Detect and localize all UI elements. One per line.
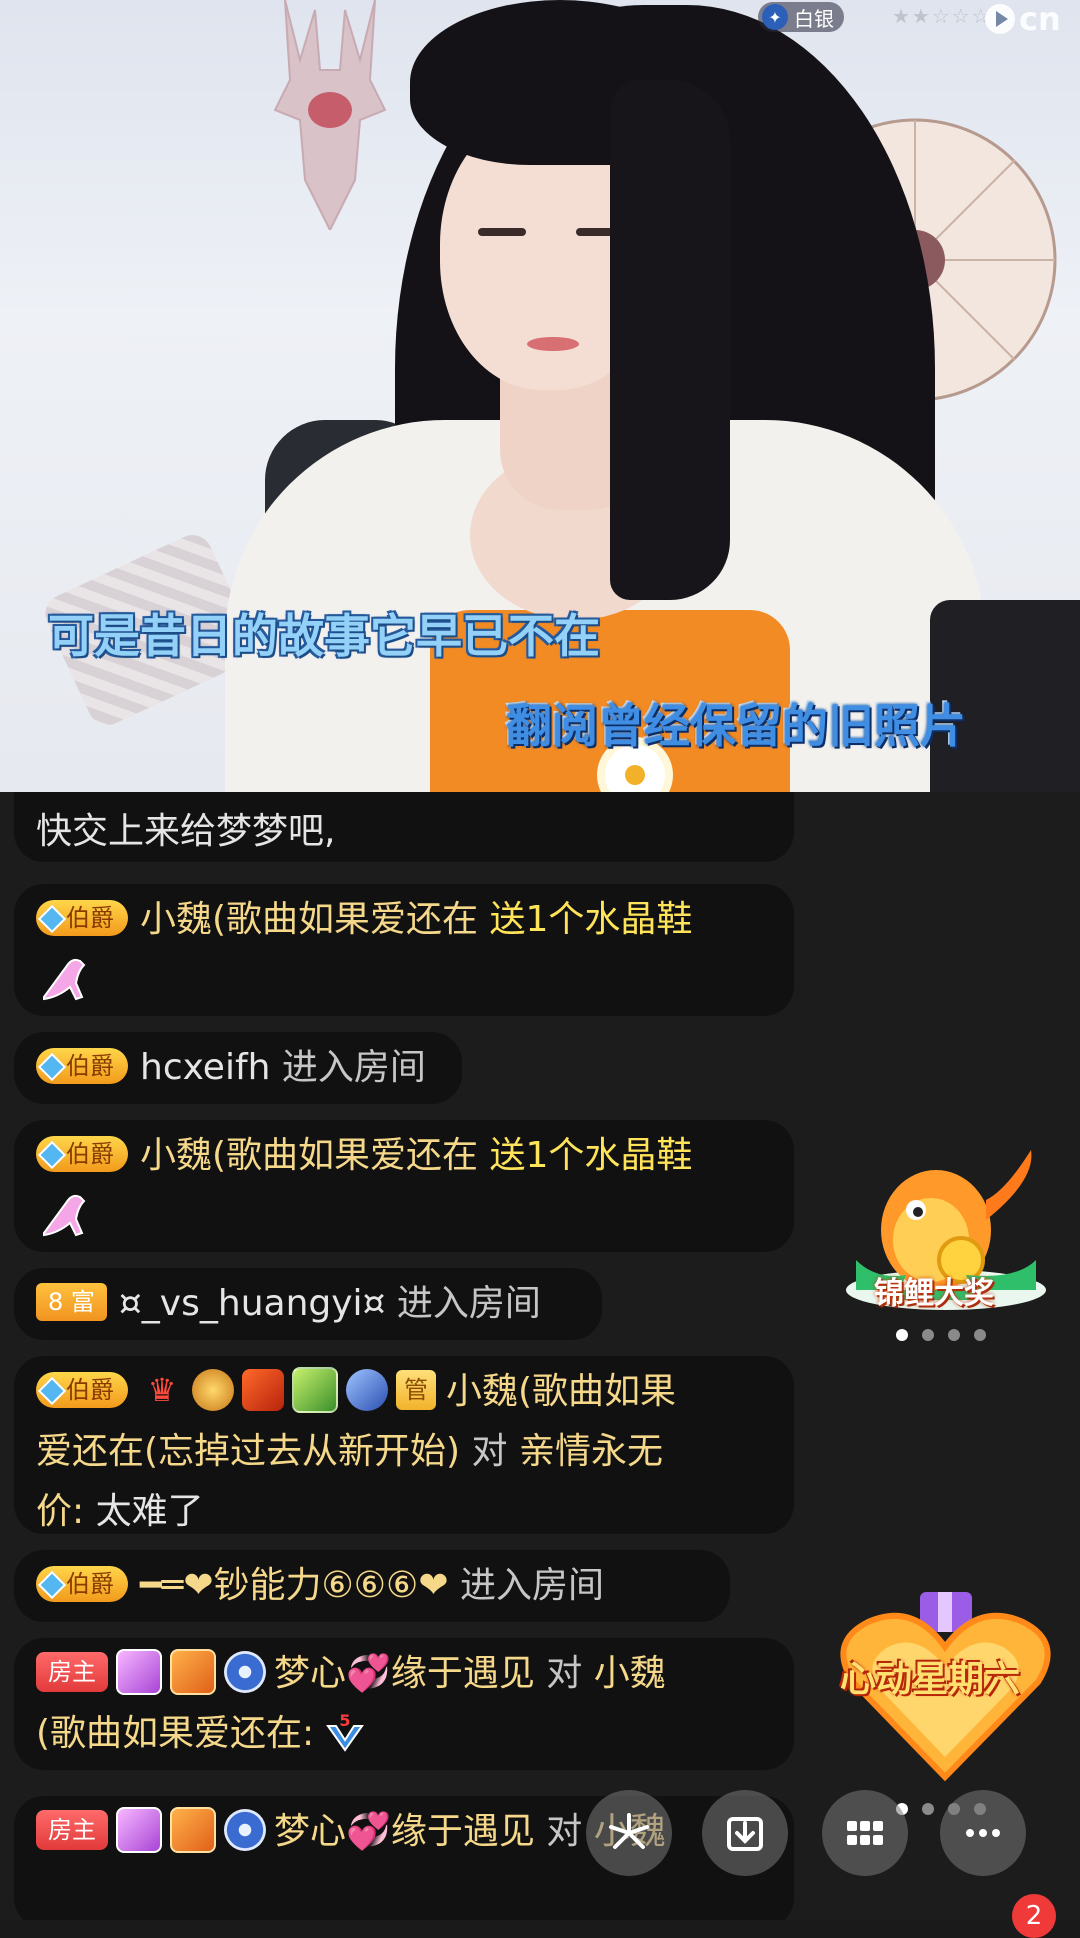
enter-room-text: 进入房间	[459, 1565, 604, 1606]
deer-head-decoration	[273, 0, 387, 230]
treasure-box-icon	[242, 1369, 284, 1411]
rank-badge[interactable]: ✦ 白银	[758, 2, 844, 32]
left-eye	[478, 228, 526, 236]
site-watermark: cn	[985, 0, 1061, 38]
carousel-dot	[948, 1329, 960, 1341]
level-chevron-icon: 5	[325, 1712, 364, 1752]
gift-text: 送1个水晶鞋	[489, 1135, 693, 1176]
noble-badge: 伯爵	[36, 1048, 128, 1084]
koi-carousel-dots	[896, 1329, 986, 1341]
message-text: 太难了	[95, 1491, 204, 1532]
username-continued[interactable]: 爱还在(忘掉过去从新开始)	[36, 1431, 460, 1472]
crown-icon: ♛	[147, 1371, 177, 1409]
orange-shield-icon	[170, 1807, 216, 1853]
pinwheel-icon	[609, 1813, 649, 1849]
chat-message: 伯爵 小魏(歌曲如果爱还在 送1个水晶鞋	[14, 1120, 794, 1252]
to-text: 对	[546, 1811, 583, 1852]
username[interactable]: hcxeifh	[140, 1047, 270, 1088]
lyric-line-1: 可是昔日的故事它早已不在	[48, 609, 600, 663]
purple-medal-icon	[116, 1649, 162, 1695]
username[interactable]: ━═❤钞能力⑥⑥⑥❤	[140, 1565, 449, 1606]
star-icon: ✦	[762, 4, 788, 30]
chat-message: 伯爵 小魏(歌曲如果爱还在 送1个水晶鞋	[14, 884, 794, 1016]
svg-text:5: 5	[339, 1712, 350, 1730]
message-text: 快交上来给梦梦吧,	[36, 811, 336, 852]
username[interactable]: 梦心💞缘于遇见	[274, 1653, 535, 1694]
chat-message: 伯爵 ━═❤钞能力⑥⑥⑥❤ 进入房间	[14, 1550, 730, 1622]
carousel-dot	[974, 1329, 986, 1341]
chat-message: 8 富 ¤_vs_huangyi¤ 进入房间	[14, 1268, 602, 1340]
target-username-continued[interactable]: 价:	[36, 1491, 84, 1532]
gift-text: 送1个水晶鞋	[489, 899, 693, 940]
koi-prize-label[interactable]: 锦鲤大奖	[874, 1268, 994, 1312]
play-logo-icon	[985, 4, 1015, 34]
download-button[interactable]	[702, 1790, 788, 1876]
noble-badge: 伯爵	[36, 1136, 128, 1172]
share-button[interactable]	[586, 1790, 672, 1876]
level-star-icon	[192, 1369, 234, 1411]
carousel-dot	[922, 1329, 934, 1341]
live-video[interactable]: 可是昔日的故事它早已不在 翻阅曾经保留的旧照片 ✦ 白银 ★★☆☆☆ cn	[0, 0, 1080, 792]
purple-medal-icon	[116, 1807, 162, 1853]
heart-saturday-label[interactable]: 心动星期六	[840, 1650, 1020, 1702]
username[interactable]: ¤_vs_huangyi¤	[119, 1283, 386, 1324]
blue-medal-icon	[346, 1369, 388, 1411]
compass-badge-icon	[224, 1809, 266, 1851]
target-username[interactable]: 亲情永无	[519, 1431, 663, 1472]
green-medal-icon	[292, 1367, 338, 1413]
to-text: 对	[471, 1431, 508, 1472]
carousel-dot	[896, 1329, 908, 1341]
compass-badge-icon	[224, 1651, 266, 1693]
host-badge: 房主	[36, 1652, 108, 1692]
crystal-shoe-icon	[43, 958, 86, 1001]
apps-button[interactable]	[822, 1790, 908, 1876]
lips	[527, 337, 579, 351]
admin-badge: 管	[396, 1370, 436, 1410]
username[interactable]: 小魏(歌曲如果爱还在	[140, 1135, 478, 1176]
chat-message: 伯爵 hcxeifh 进入房间	[14, 1032, 462, 1104]
grid-icon	[847, 1821, 883, 1845]
chat-message: 房主 梦心💞缘于遇见 对 小魏 (歌曲如果爱还在: 5	[14, 1638, 794, 1770]
chat-message: 房主梦心💞缘于遇见 对 小魏	[14, 1796, 794, 1920]
noble-badge: 伯爵	[36, 900, 128, 936]
notification-badge[interactable]: 2	[1012, 1894, 1056, 1938]
chat-message: 快交上来给梦梦吧,	[14, 792, 794, 862]
enter-room-text: 进入房间	[281, 1047, 426, 1088]
enter-room-text: 进入房间	[396, 1283, 541, 1324]
watermark-text: cn	[1019, 0, 1061, 38]
noble-badge: 伯爵	[36, 1372, 128, 1408]
to-text: 对	[546, 1653, 583, 1694]
crystal-shoe-icon	[43, 1194, 86, 1237]
chat-message: 伯爵 ♛ 管小魏(歌曲如果 爱还在(忘掉过去从新开始) 对 亲情永无 价: 太难了	[14, 1356, 794, 1534]
username[interactable]: 小魏(歌曲如果爱还在	[140, 899, 478, 940]
target-username-continued[interactable]: (歌曲如果爱还在:	[36, 1713, 314, 1754]
download-icon	[727, 1817, 763, 1851]
orange-shield-icon	[170, 1649, 216, 1695]
noble-badge: 伯爵	[36, 1566, 128, 1602]
rank-label: 白银	[794, 6, 834, 31]
username[interactable]: 小魏(歌曲如果	[446, 1371, 676, 1412]
wealth-badge: 8 富	[36, 1283, 107, 1321]
target-username[interactable]: 小魏	[594, 1653, 666, 1694]
more-button[interactable]	[940, 1790, 1026, 1876]
hair-side	[610, 80, 730, 600]
lyric-line-2: 翻阅曾经保留的旧照片	[506, 699, 966, 753]
rating-stars-icon: ★★☆☆☆	[892, 4, 992, 28]
username[interactable]: 梦心💞缘于遇见	[274, 1811, 535, 1852]
carousel-dot	[922, 1803, 934, 1815]
host-badge: 房主	[36, 1810, 108, 1850]
more-dots-icon	[966, 1829, 1000, 1837]
